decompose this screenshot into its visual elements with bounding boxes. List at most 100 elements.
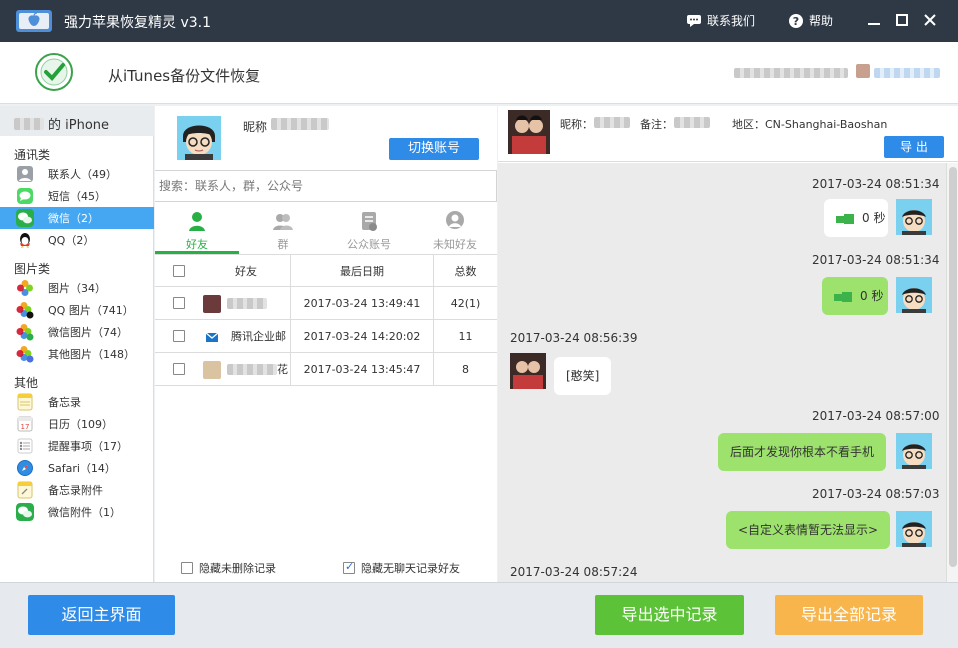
blurred-friend-name — [227, 364, 277, 375]
contact-type-tabs: 好友 群 公众账号 未知好友 — [155, 206, 497, 254]
switch-account-button[interactable]: 切换账号 — [389, 138, 479, 160]
tab-friends[interactable]: 好友 — [163, 206, 231, 254]
sidebar-item-wechat-photos[interactable]: 微信图片（74） — [0, 321, 154, 343]
table-row[interactable]: 花 2017-03-24 13:45:47 8 — [155, 353, 497, 386]
sidebar-item-calendar[interactable]: 17 日历（109） — [0, 413, 154, 435]
message-timestamp: 2017-03-24 08:57:24 — [510, 565, 638, 579]
hide-no-chat-checkbox[interactable] — [343, 560, 355, 574]
sidebar-item-notes-attachment[interactable]: 备忘录附件 — [0, 479, 154, 501]
device-label: 的 iPhone — [0, 106, 154, 136]
qq-icon — [20, 233, 30, 248]
export-all-button[interactable]: 导出全部记录 — [775, 595, 923, 635]
itunes-recovery-icon — [35, 53, 73, 91]
friends-panel: 昵称 切换账号 好友 群 公众账号 未知好友 好友 最后日期 总数 — [155, 106, 497, 582]
my-avatar — [896, 277, 932, 313]
voice-message-bubble[interactable]: 0 秒 — [822, 277, 888, 315]
calendar-icon: 17 — [17, 416, 33, 432]
notes-icon — [17, 393, 33, 411]
row-checkbox[interactable] — [173, 297, 185, 309]
column-header-total: 总数 — [454, 265, 477, 278]
sidebar-item-wechat[interactable]: 微信（2） — [0, 207, 154, 229]
sms-icon — [17, 188, 33, 204]
message-timestamp: 2017-03-24 08:51:34 — [812, 177, 940, 191]
last-date: 2017-03-24 13:49:41 — [303, 297, 421, 310]
chat-panel: 昵称： 备注： 地区：CN-Shanghai-Baoshan 导 出 2017-… — [498, 106, 958, 582]
sidebar-item-notes[interactable]: 备忘录 — [0, 391, 154, 413]
friend-icon — [189, 212, 205, 231]
contact-us-link[interactable]: 联系我们 — [686, 12, 755, 29]
export-chat-button[interactable]: 导 出 — [884, 136, 944, 158]
safari-icon — [17, 460, 33, 476]
category-sidebar: 的 iPhone 通讯类 联系人（49） 短信（45） 微信（2） QQ（2） … — [0, 106, 154, 582]
last-date: 2017-03-24 13:45:47 — [303, 363, 421, 376]
sidebar-item-reminders[interactable]: 提醒事项（17） — [0, 435, 154, 457]
tab-unknown-friends[interactable]: 未知好友 — [421, 206, 489, 254]
other-photos-icon — [16, 346, 34, 363]
maximize-icon[interactable] — [892, 10, 912, 30]
wechat-attachment-icon — [16, 503, 34, 521]
friend-avatar — [203, 361, 221, 379]
sidebar-item-qq[interactable]: QQ（2） — [0, 229, 154, 251]
account-avatar — [856, 64, 870, 78]
back-to-main-button[interactable]: 返回主界面 — [28, 595, 175, 635]
last-date: 2017-03-24 14:20:02 — [303, 330, 421, 343]
blurred-chat-remark — [674, 117, 710, 128]
blurred-account-name — [874, 68, 940, 78]
chat-scroll-thumb[interactable] — [949, 167, 957, 567]
text-message-bubble[interactable]: 后面才发现你根本不看手机 — [718, 433, 887, 471]
tab-groups[interactable]: 群 — [249, 206, 317, 254]
friend-name: 花 — [277, 363, 288, 376]
text-message-bubble[interactable]: <自定义表情暂无法显示> — [726, 511, 891, 549]
sidebar-item-wechat-attachment[interactable]: 微信附件（1） — [0, 501, 154, 523]
wechat-icon — [16, 209, 34, 227]
row-checkbox[interactable] — [173, 330, 185, 342]
table-row[interactable]: 腾讯企业邮 2017-03-24 14:20:02 11 — [155, 320, 497, 353]
nickname-label: 昵称 — [243, 120, 268, 134]
minimize-icon[interactable] — [864, 10, 884, 30]
column-header-last-date: 最后日期 — [340, 265, 384, 278]
contacts-icon — [17, 166, 33, 182]
chat-nickname-label: 昵称： — [560, 118, 593, 131]
group-icon — [273, 214, 293, 230]
reminders-icon — [17, 438, 33, 454]
hide-undeleted-checkbox[interactable] — [181, 562, 193, 574]
select-all-checkbox[interactable] — [173, 265, 185, 277]
close-icon[interactable] — [920, 10, 940, 30]
help-link[interactable]: ? 帮助 — [788, 12, 833, 29]
blurred-nickname — [271, 118, 329, 130]
export-selected-button[interactable]: 导出选中记录 — [595, 595, 744, 635]
notes-attachment-icon — [17, 481, 33, 499]
voice-icon — [834, 291, 852, 302]
chat-region: 地区：CN-Shanghai-Baoshan — [732, 118, 888, 131]
sidebar-item-safari[interactable]: Safari（14） — [0, 457, 154, 479]
blurred-chat-nickname — [594, 117, 630, 128]
row-checkbox[interactable] — [173, 363, 185, 375]
search-input[interactable] — [155, 170, 497, 202]
sidebar-item-qq-photos[interactable]: QQ 图片（741） — [0, 299, 154, 321]
voice-message-bubble[interactable]: 0 秒 — [824, 199, 888, 237]
category-other: 其他 — [14, 376, 39, 390]
sidebar-item-photos[interactable]: 图片（34） — [0, 277, 154, 299]
svg-text:?: ? — [793, 15, 799, 28]
hide-no-chat-option[interactable]: 隐藏无聊天记录好友 — [343, 560, 460, 576]
blurred-account-info — [734, 68, 848, 78]
friend-avatar — [203, 295, 221, 313]
contact-chat-avatar — [510, 353, 546, 389]
tab-official-accounts[interactable]: 公众账号 — [335, 206, 403, 254]
message-timestamp: 2017-03-24 08:51:34 — [812, 253, 940, 267]
text-message-bubble[interactable]: [憨笑] — [554, 357, 612, 395]
message-timestamp: 2017-03-24 08:57:00 — [812, 409, 940, 423]
category-pictures: 图片类 — [14, 262, 51, 276]
chat-scrollbar[interactable] — [946, 163, 958, 582]
my-avatar — [896, 511, 932, 547]
message-total: 42(1) — [450, 297, 481, 310]
sidebar-item-other-photos[interactable]: 其他图片（148） — [0, 343, 154, 365]
friend-name — [225, 287, 291, 320]
message-timestamp: 2017-03-24 08:57:03 — [812, 487, 940, 501]
sidebar-item-sms[interactable]: 短信（45） — [0, 185, 154, 207]
title-bar: 强力苹果恢复精灵 v3.1 联系我们 ? 帮助 — [0, 0, 958, 42]
table-row[interactable]: 2017-03-24 13:49:41 42(1) — [155, 287, 497, 320]
hide-undeleted-option[interactable]: 隐藏未删除记录 — [181, 560, 276, 576]
table-header: 好友 最后日期 总数 — [155, 254, 497, 288]
sidebar-item-contacts[interactable]: 联系人（49） — [0, 163, 154, 185]
